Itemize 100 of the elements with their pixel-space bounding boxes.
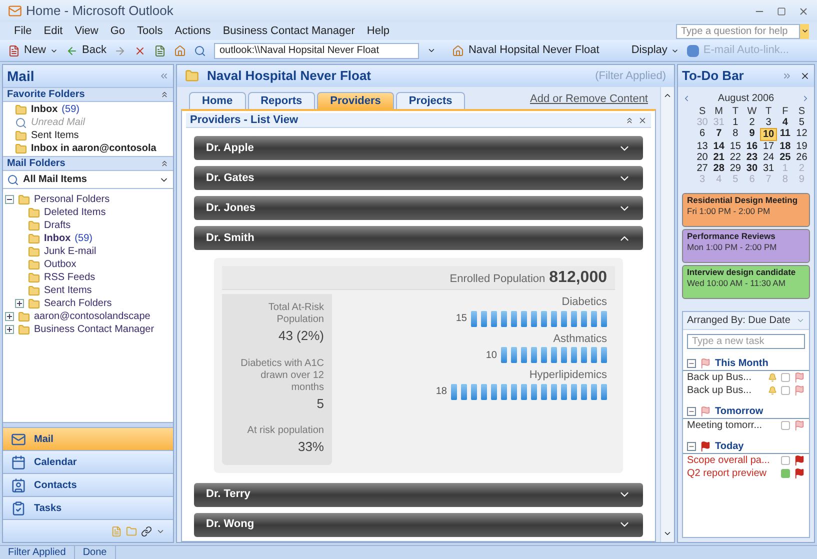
delete-icon[interactable] bbox=[134, 44, 146, 56]
folder-item[interactable]: Personal Folders bbox=[34, 192, 110, 207]
tab[interactable]: Home bbox=[189, 92, 246, 109]
folder-item[interactable]: Outbox bbox=[44, 257, 76, 272]
address-field[interactable]: outlook:\\Naval Hopsital Never Float bbox=[214, 42, 420, 58]
flag-icon[interactable] bbox=[700, 406, 711, 417]
search-icon[interactable] bbox=[194, 44, 206, 56]
menu-item[interactable]: Business Contact Manager bbox=[216, 22, 361, 40]
flag-icon[interactable] bbox=[794, 385, 805, 396]
calendar-day[interactable]: 21 bbox=[710, 152, 728, 163]
task-title[interactable]: Q2 report preview bbox=[687, 466, 777, 481]
collapse-group-icon[interactable] bbox=[687, 442, 696, 451]
task-checkbox[interactable] bbox=[781, 456, 790, 465]
shortcut-icon[interactable] bbox=[141, 526, 152, 536]
previous-month-icon[interactable] bbox=[682, 94, 691, 103]
calendar-day[interactable]: 1 bbox=[727, 117, 744, 128]
collapse-group-icon[interactable] bbox=[687, 407, 696, 416]
menu-item[interactable]: Edit bbox=[38, 22, 69, 40]
appointment-card[interactable]: Interview design candidate Wed 10:00 AM - 11:30 AM bbox=[682, 265, 810, 299]
tab[interactable]: Reports bbox=[248, 92, 316, 109]
appointment-card[interactable]: Residential Design Meeting Fri 1:00 PM - 2:00 PM bbox=[682, 193, 810, 227]
collapse-section-icon[interactable] bbox=[160, 90, 169, 99]
folder-item[interactable]: Search Folders bbox=[44, 296, 112, 311]
folder-item[interactable]: RSS Feeds bbox=[44, 270, 96, 285]
address-dropdown-icon[interactable] bbox=[427, 46, 436, 55]
tab[interactable]: Providers bbox=[317, 92, 394, 109]
calendar-day[interactable]: 31 bbox=[760, 163, 777, 174]
flag-icon[interactable] bbox=[794, 468, 805, 479]
calendar-day[interactable]: 2 bbox=[744, 117, 760, 128]
provider-accordion-header[interactable]: Dr. Apple bbox=[194, 136, 643, 160]
new-button[interactable]: New bbox=[8, 42, 58, 59]
provider-accordion-header[interactable]: Dr. Smith bbox=[194, 226, 643, 250]
calendar-day[interactable]: 28 bbox=[710, 163, 728, 174]
nav-button[interactable]: Tasks bbox=[3, 497, 173, 520]
calendar-day[interactable]: 22 bbox=[727, 152, 744, 163]
calendar-day[interactable]: 23 bbox=[744, 152, 760, 163]
nav-button[interactable]: Contacts bbox=[3, 474, 173, 497]
calendar-day[interactable]: 14 bbox=[710, 141, 728, 152]
scrollbar[interactable] bbox=[660, 87, 674, 542]
new-task-field[interactable]: Type a new task bbox=[687, 334, 805, 349]
calendar-day[interactable]: 3 bbox=[760, 117, 777, 128]
collapse-pane-icon[interactable] bbox=[782, 71, 792, 81]
nav-button[interactable]: Mail bbox=[3, 428, 173, 451]
help-search-field[interactable]: Type a question for help bbox=[676, 24, 800, 38]
collapse-group-icon[interactable] bbox=[687, 359, 696, 368]
calendar-day[interactable]: 6 bbox=[694, 128, 711, 141]
collapse-icon[interactable] bbox=[5, 195, 14, 204]
close-icon[interactable] bbox=[800, 71, 810, 81]
collapse-panel-icon[interactable] bbox=[625, 116, 634, 124]
calendar-day[interactable]: 9 bbox=[744, 128, 760, 141]
collapse-pane-icon[interactable] bbox=[159, 71, 169, 81]
flag-icon[interactable] bbox=[700, 358, 711, 369]
close-icon[interactable] bbox=[638, 116, 647, 124]
home-icon[interactable] bbox=[174, 44, 186, 56]
calendar-day[interactable]: 19 bbox=[793, 141, 810, 152]
add-remove-content-link[interactable]: Add or Remove Content bbox=[530, 90, 656, 107]
task-title[interactable]: Scope overall pa... bbox=[687, 453, 777, 468]
folder-item[interactable]: Business Contact Manager bbox=[34, 322, 154, 337]
calendar-day[interactable]: 5 bbox=[793, 117, 810, 128]
help-dropdown-icon[interactable] bbox=[800, 24, 809, 38]
forward-icon[interactable] bbox=[114, 44, 126, 56]
expand-icon[interactable] bbox=[5, 325, 14, 334]
task-checkbox[interactable] bbox=[781, 373, 790, 382]
arrange-by-dropdown[interactable]: Arranged By: Due Date bbox=[683, 312, 809, 330]
flag-icon[interactable] bbox=[700, 441, 711, 452]
favorite-folder[interactable]: Sent Items bbox=[31, 128, 79, 143]
task-title[interactable]: Back up Bus... bbox=[687, 370, 764, 385]
calendar-day[interactable]: 16 bbox=[744, 141, 760, 152]
flag-icon[interactable] bbox=[794, 372, 805, 383]
calendar-day[interactable]: 7 bbox=[710, 128, 728, 141]
menu-item[interactable]: Help bbox=[360, 22, 396, 40]
scroll-up-icon[interactable] bbox=[663, 91, 672, 100]
menu-item[interactable]: View bbox=[68, 22, 104, 40]
document-icon[interactable] bbox=[154, 44, 166, 56]
task-checkbox[interactable] bbox=[781, 421, 790, 430]
nav-button[interactable]: Calendar bbox=[3, 451, 173, 474]
folder-item[interactable]: Inbox bbox=[44, 231, 71, 246]
maximize-icon[interactable] bbox=[777, 6, 786, 16]
scroll-down-icon[interactable] bbox=[663, 529, 672, 538]
flag-icon[interactable] bbox=[794, 455, 805, 466]
calendar-day[interactable]: 13 bbox=[694, 141, 711, 152]
folder-item[interactable]: Junk E-mail bbox=[44, 244, 96, 259]
calendar-day[interactable]: 10 bbox=[760, 128, 777, 141]
back-button[interactable]: Back bbox=[66, 42, 106, 59]
calendar-day[interactable]: 15 bbox=[727, 141, 744, 152]
provider-accordion-header[interactable]: Dr. Wong bbox=[194, 512, 643, 536]
tab[interactable]: Projects bbox=[396, 92, 466, 109]
task-title[interactable]: Back up Bus... bbox=[687, 383, 764, 398]
menu-item[interactable]: Actions bbox=[168, 22, 217, 40]
expand-icon[interactable] bbox=[5, 312, 14, 321]
calendar-day[interactable]: 8 bbox=[727, 128, 744, 141]
folder-item[interactable]: Drafts bbox=[44, 218, 71, 233]
home-folder-button[interactable]: Naval Hopsital Never Float bbox=[452, 42, 600, 59]
favorite-folder[interactable]: Inbox in aaron@contosola bbox=[31, 141, 156, 156]
menu-item[interactable]: Go bbox=[104, 22, 132, 40]
display-button[interactable]: Display bbox=[631, 42, 680, 59]
task-checkbox[interactable] bbox=[781, 386, 790, 395]
folder-item[interactable]: Deleted Items bbox=[44, 205, 106, 220]
folder-item[interactable]: Sent Items bbox=[44, 283, 92, 298]
calendar-day[interactable]: 11 bbox=[776, 128, 794, 141]
